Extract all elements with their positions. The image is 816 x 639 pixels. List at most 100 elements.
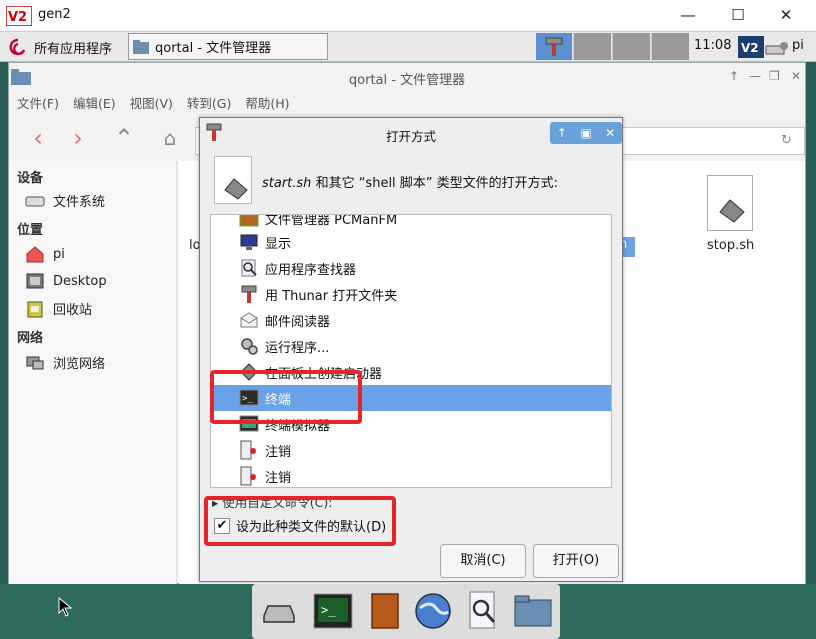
vnc-titlebar: V2 gen2 — ☐ ✕ <box>0 0 816 32</box>
dialog-controls: ↑ ▣ ✕ <box>550 122 622 144</box>
forward-button[interactable]: › <box>63 125 93 153</box>
mail-icon <box>240 312 258 328</box>
fm-minimize-button[interactable]: — <box>749 69 761 83</box>
dialog-maximize-button[interactable]: ▣ <box>580 126 591 140</box>
sidebar-item-label: Desktop <box>53 273 107 289</box>
dialog-description-text: 和其它 “shell 脚本” 类型文件的打开方式: <box>311 176 559 191</box>
highlight-terminal <box>210 370 362 424</box>
svg-text:V2: V2 <box>8 10 27 25</box>
debian-logo-icon <box>9 38 26 56</box>
hammer-icon <box>241 285 257 303</box>
file-manager-icon[interactable] <box>364 590 406 632</box>
fm-maximize-button[interactable]: ❐ <box>769 69 780 83</box>
list-item[interactable]: 用 Thunar 打开文件夹 <box>211 281 611 307</box>
sidebar-item-filesystem[interactable]: 文件系统 <box>25 191 105 210</box>
folder-icon <box>239 215 259 227</box>
sidebar-item-pi[interactable]: pi <box>25 245 65 263</box>
fm-title: qortal - 文件管理器 <box>348 73 466 88</box>
vnc-window-title: gen2 <box>38 7 71 22</box>
list-item-label: 邮件阅读器 <box>265 314 331 330</box>
dialog-description: start.sh 和其它 “shell 脚本” 类型文件的打开方式: <box>262 172 558 191</box>
menu-go[interactable]: 转到(G) <box>187 93 231 115</box>
logout-icon <box>240 466 256 486</box>
list-item-label: 注销 <box>265 470 292 486</box>
fm-close-button[interactable]: ✕ <box>791 69 801 83</box>
sidebar-item-label: 浏览网络 <box>53 357 106 372</box>
mouse-cursor-icon <box>58 597 72 617</box>
browser-globe-icon[interactable] <box>412 590 454 632</box>
minimize-button[interactable]: — <box>672 4 704 28</box>
trash-icon <box>27 301 43 317</box>
list-item[interactable]: 应用程序查找器 <box>211 255 611 281</box>
back-button[interactable]: ‹ <box>23 125 53 153</box>
sidebar-item-network[interactable]: 浏览网络 <box>25 353 105 372</box>
open-button[interactable]: 打开(O) <box>533 544 619 578</box>
svg-text:>_: >_ <box>321 603 336 617</box>
menu-edit[interactable]: 编辑(E) <box>73 93 116 115</box>
clock: 11:08 <box>694 38 732 53</box>
fm-pin-icon[interactable]: ↑ <box>729 69 739 83</box>
sidebar-item-label: 文件系统 <box>53 195 106 210</box>
list-item-label: 文件管理器 PCManFM <box>265 214 398 228</box>
folder-icon[interactable] <box>512 590 554 632</box>
maximize-button[interactable]: ☐ <box>722 4 754 28</box>
dialog-pin-button[interactable]: ↑ <box>557 126 567 140</box>
script-file-icon[interactable] <box>707 175 753 231</box>
list-item-label: 用 Thunar 打开文件夹 <box>265 288 398 304</box>
folder-icon <box>133 39 149 54</box>
gear-icon <box>241 338 258 355</box>
list-item[interactable]: 显示 <box>211 229 611 255</box>
drive-icon[interactable] <box>258 590 300 632</box>
terminal-icon[interactable]: >_ <box>312 590 354 632</box>
taskbar-window-button[interactable]: qortal - 文件管理器 <box>128 33 328 60</box>
svg-text:V2: V2 <box>741 41 759 55</box>
taskbar: 所有应用程序 qortal - 文件管理器 11:08 V2 pi <box>0 32 816 62</box>
start-menu-button[interactable]: 所有应用程序 <box>8 36 112 58</box>
network-icon <box>26 356 44 369</box>
refresh-icon[interactable]: ↻ <box>781 133 792 148</box>
network-tray-icon[interactable] <box>764 38 790 58</box>
sidebar-head-network: 网络 <box>17 331 44 346</box>
list-item[interactable]: 运行程序... <box>211 333 611 359</box>
menu-file[interactable]: 文件(F) <box>17 93 59 115</box>
user-label: pi <box>792 38 804 53</box>
fm-titlebar: qortal - 文件管理器 ↑ — ❐ ✕ <box>9 63 805 91</box>
display-icon <box>240 234 258 250</box>
list-item[interactable]: 邮件阅读器 <box>211 307 611 333</box>
sidebar-head-devices: 设备 <box>17 171 44 186</box>
sidebar-item-trash[interactable]: 回收站 <box>25 299 92 318</box>
search-icon <box>241 259 257 277</box>
list-item[interactable]: 注销 <box>211 437 611 463</box>
vnc-tray-icon[interactable]: V2 <box>738 36 764 58</box>
app-list[interactable]: 文件管理器 PCManFM 显示 应用程序查找器 用 Thunar 打开文件夹 … <box>210 214 612 488</box>
home-icon <box>26 246 44 263</box>
workspace-4[interactable] <box>651 33 689 60</box>
start-menu-label: 所有应用程序 <box>34 41 113 57</box>
file-label[interactable]: stop.sh <box>707 238 754 253</box>
cancel-button[interactable]: 取消(C) <box>440 544 526 578</box>
list-item-label: 应用程序查找器 <box>265 262 357 278</box>
script-file-icon <box>214 156 252 204</box>
sidebar-item-label: pi <box>53 246 65 262</box>
vnc-logo-icon: V2 <box>6 6 32 26</box>
menu-view[interactable]: 视图(V) <box>130 93 173 115</box>
list-item-label: 显示 <box>265 236 292 252</box>
fm-menubar: 文件(F) 编辑(E) 视图(V) 转到(G) 帮助(H) <box>9 93 805 115</box>
workspace-active[interactable] <box>536 33 572 60</box>
list-item[interactable]: 注销 <box>211 463 611 487</box>
workspace-3[interactable] <box>612 33 650 60</box>
close-button[interactable]: ✕ <box>770 4 802 28</box>
desktop-icon <box>26 273 44 289</box>
search-icon[interactable] <box>462 590 504 632</box>
home-button[interactable]: ⌂ <box>155 125 185 153</box>
highlight-default-checkbox <box>204 496 396 546</box>
up-button[interactable]: ⌃ <box>109 125 139 153</box>
sidebar-item-desktop[interactable]: Desktop <box>25 272 107 290</box>
logout-icon <box>240 440 256 460</box>
dialog-close-button[interactable]: ✕ <box>605 126 615 140</box>
sidebar-head-places: 位置 <box>17 223 44 238</box>
workspace-2[interactable] <box>573 33 611 60</box>
fm-sidebar: 设备 文件系统 位置 pi Desktop 回收站 网络 浏览网络 <box>9 161 177 585</box>
taskbar-window-label: qortal - 文件管理器 <box>155 41 272 56</box>
menu-help[interactable]: 帮助(H) <box>245 93 289 115</box>
